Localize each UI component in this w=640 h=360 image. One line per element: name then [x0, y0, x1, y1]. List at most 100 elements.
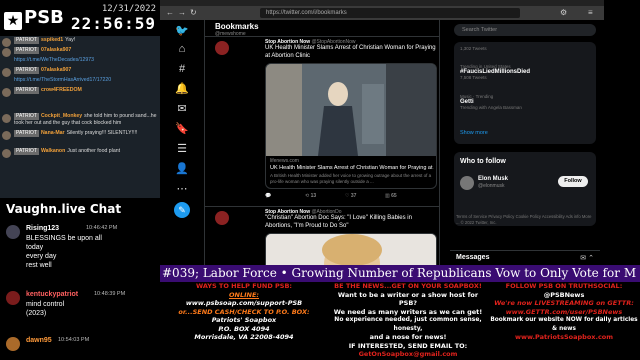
feed-header: Bookmarks @mewshome — [215, 22, 259, 37]
info-line: www.psbsoap.com/support-PSB — [185, 299, 303, 307]
show-more-link[interactable]: Show more — [460, 130, 488, 136]
card-photo — [266, 64, 436, 156]
link-card[interactable]: lifenews.com UK Health Minister Slams Ar… — [265, 63, 437, 189]
trend-count: Trending with Angela Bassman — [460, 105, 522, 110]
trend-item[interactable]: Music · Trending Getti Trending with Ang… — [460, 94, 590, 110]
info-line: P.O. BOX 4094 — [218, 324, 270, 333]
retweet-count: 13 — [310, 193, 317, 199]
chevron-up-icon[interactable]: ⌃ — [588, 255, 594, 262]
home-icon[interactable]: ⌂ — [175, 42, 189, 56]
vaughn-chat-panel: Vaughn.live Chat Rising123 10:46:42 PM B… — [0, 198, 160, 360]
search-input[interactable]: Search Twitter — [454, 24, 596, 36]
info-line: BE THE NEWS...GET ON YOUR SOAPBOX! — [334, 282, 482, 290]
messages-drawer[interactable]: Messages ✉ ⌃ — [450, 250, 600, 265]
messages-icon[interactable]: ✉ — [175, 102, 189, 116]
follow-button[interactable]: Follow — [558, 176, 588, 187]
profile-icon[interactable]: 👤 — [175, 162, 189, 176]
trend-count: 7,508 Tweets — [460, 75, 487, 80]
retweet-button[interactable]: ⟲ 13 — [305, 193, 345, 199]
role-badge: PATRIOT — [14, 37, 39, 44]
bookmarks-icon[interactable]: 🔖 — [175, 122, 189, 136]
like-button[interactable]: ♡ 37 — [345, 193, 385, 199]
reload-icon[interactable]: ↻ — [190, 8, 197, 18]
chat-line: rest well — [26, 262, 52, 269]
lists-icon[interactable]: ☰ — [175, 142, 189, 156]
tweet-image[interactable] — [265, 233, 437, 265]
chat-message: PATRIOT crow4FREEDOM — [0, 86, 160, 97]
forward-icon[interactable]: → — [178, 8, 186, 18]
card-description: A British Health Minister added her voic… — [270, 173, 432, 184]
chat-message: https://t.me/WeTheDecades/12973 — [0, 56, 160, 66]
info-line: and a nose for news! — [369, 333, 447, 341]
vaughn-chat-title: Vaughn.live Chat — [6, 202, 122, 216]
url-bar[interactable]: https://twitter.com/i/bookmarks — [260, 8, 520, 18]
page-title: Bookmarks — [215, 22, 259, 31]
chat-username: Cockpit_Monkey — [40, 113, 83, 119]
info-line: FOLLOW PSB ON TRUTHSOCIAL: — [505, 282, 623, 290]
info-line: www.GETTR.com/user/PSBNews — [505, 307, 623, 316]
info-line: or...SEND CASH/CHECK TO P.O. BOX: — [178, 307, 310, 316]
psb-logo: ★ PSB — [4, 4, 64, 32]
new-message-icon[interactable]: ✉ — [580, 255, 586, 262]
news-ticker: #039; Labor Force • Growing Number of Re… — [160, 265, 640, 282]
info-line: www.PatriotsSoapbox.com — [514, 333, 614, 341]
back-icon[interactable]: ← — [166, 8, 174, 18]
avatar[interactable] — [215, 41, 229, 55]
chat-line: today — [26, 244, 44, 251]
views-button[interactable]: ▥ 65 — [385, 193, 425, 199]
tweet[interactable]: Stop Abortion Now @StopAbortionNow UK He… — [205, 36, 439, 206]
chat-line: mind control — [26, 301, 65, 308]
avatar — [6, 225, 20, 239]
tweet-photo — [266, 234, 436, 265]
writer-recruit-info: BE THE NEWS...GET ON YOUR SOAPBOX! Want … — [328, 282, 488, 360]
chat-username: 07alaska907 — [40, 47, 72, 53]
info-line: Morrisdale, VA 22008-4094 — [194, 333, 294, 341]
messages-title: Messages — [456, 254, 490, 261]
chat-timestamp: 10:48:39 PM — [94, 291, 126, 297]
chat-message: PATRIOT sspiked1 Yay! — [0, 36, 160, 47]
telegram-chat-panel: PATRIOT sspiked1 Yay! PATRIOT 07alaska907 h… — [0, 36, 160, 198]
flag-icon: ★ — [4, 12, 22, 30]
info-line: ONLINE: — [228, 290, 259, 299]
chat-message: PATRIOT 07alaska907 — [0, 46, 160, 57]
tweet[interactable]: Stop Abortion Now @AbortionDo "Christian… — [205, 206, 439, 265]
trend-item[interactable]: Trending in United States #FaucisLiedMil… — [460, 64, 590, 80]
chat-link[interactable]: https://t.me/TheStormHasArrived17/17220 — [14, 77, 111, 83]
explore-icon[interactable]: # — [175, 62, 189, 76]
compose-tweet-button[interactable]: ✎ — [174, 202, 190, 218]
trends-panel: 1,302 Tweets Trending in United States #… — [454, 42, 596, 144]
menu-icon[interactable]: ≡ — [588, 8, 593, 18]
chat-line: BLESSINGS be upon all — [26, 235, 102, 242]
tweet-text: UK Health Minister Slams Arrest of Chris… — [265, 45, 436, 59]
footer-links[interactable]: Terms of Service Privacy Policy Cookie P… — [456, 214, 596, 226]
notifications-icon[interactable]: 🔔 — [175, 82, 189, 96]
browser-window: ← → ↻ https://twitter.com/i/bookmarks ⚙ … — [160, 0, 604, 265]
chat-message: PATRIOT Walkanon Just another food plant — [0, 147, 160, 158]
card-title: UK Health Minister Slams Arrest of Chris… — [270, 165, 434, 171]
chat-text: BLESSINGS be upon all today every day re… — [26, 234, 156, 270]
chat-username: Nana-Mar — [40, 130, 65, 136]
tweet-actions: 💬 ⟲ 13 ♡ 37 ▥ 65 — [265, 193, 437, 199]
role-badge: PATRIOT — [14, 113, 39, 120]
chat-username: kentuckypatriot — [26, 291, 79, 298]
card-domain: lifenews.com — [270, 158, 299, 164]
chat-message: Rising123 10:46:42 PM BLESSINGS be upon … — [6, 224, 158, 280]
twitter-logo-icon[interactable]: 🐦 — [175, 24, 189, 38]
suggested-user-name[interactable]: Elon Musk — [478, 176, 508, 182]
chat-username: dawn95 — [26, 337, 52, 344]
chat-link[interactable]: https://t.me/WeTheDecades/12973 — [14, 57, 94, 63]
role-badge: PATRIOT — [14, 87, 39, 94]
more-icon[interactable]: ⋯ — [175, 182, 189, 196]
reply-button[interactable]: 💬 — [265, 193, 305, 199]
extensions-icon[interactable]: ⚙ — [560, 8, 567, 18]
twitter-nav-sidebar: 🐦 ⌂ # 🔔 ✉ 🔖 ☰ 👤 ⋯ ✎ — [160, 20, 204, 265]
chat-image-placeholder — [0, 139, 160, 147]
avatar[interactable] — [215, 211, 229, 225]
role-badge: PATRIOT — [14, 47, 39, 54]
avatar — [6, 337, 20, 351]
avatar[interactable] — [460, 176, 474, 190]
chat-message: dawn95 10:54:03 PM — [6, 336, 158, 356]
role-badge: PATRIOT — [14, 67, 39, 74]
browser-toolbar: ← → ↻ https://twitter.com/i/bookmarks ⚙ … — [160, 6, 604, 20]
trend-item[interactable]: 1,302 Tweets — [460, 46, 590, 51]
